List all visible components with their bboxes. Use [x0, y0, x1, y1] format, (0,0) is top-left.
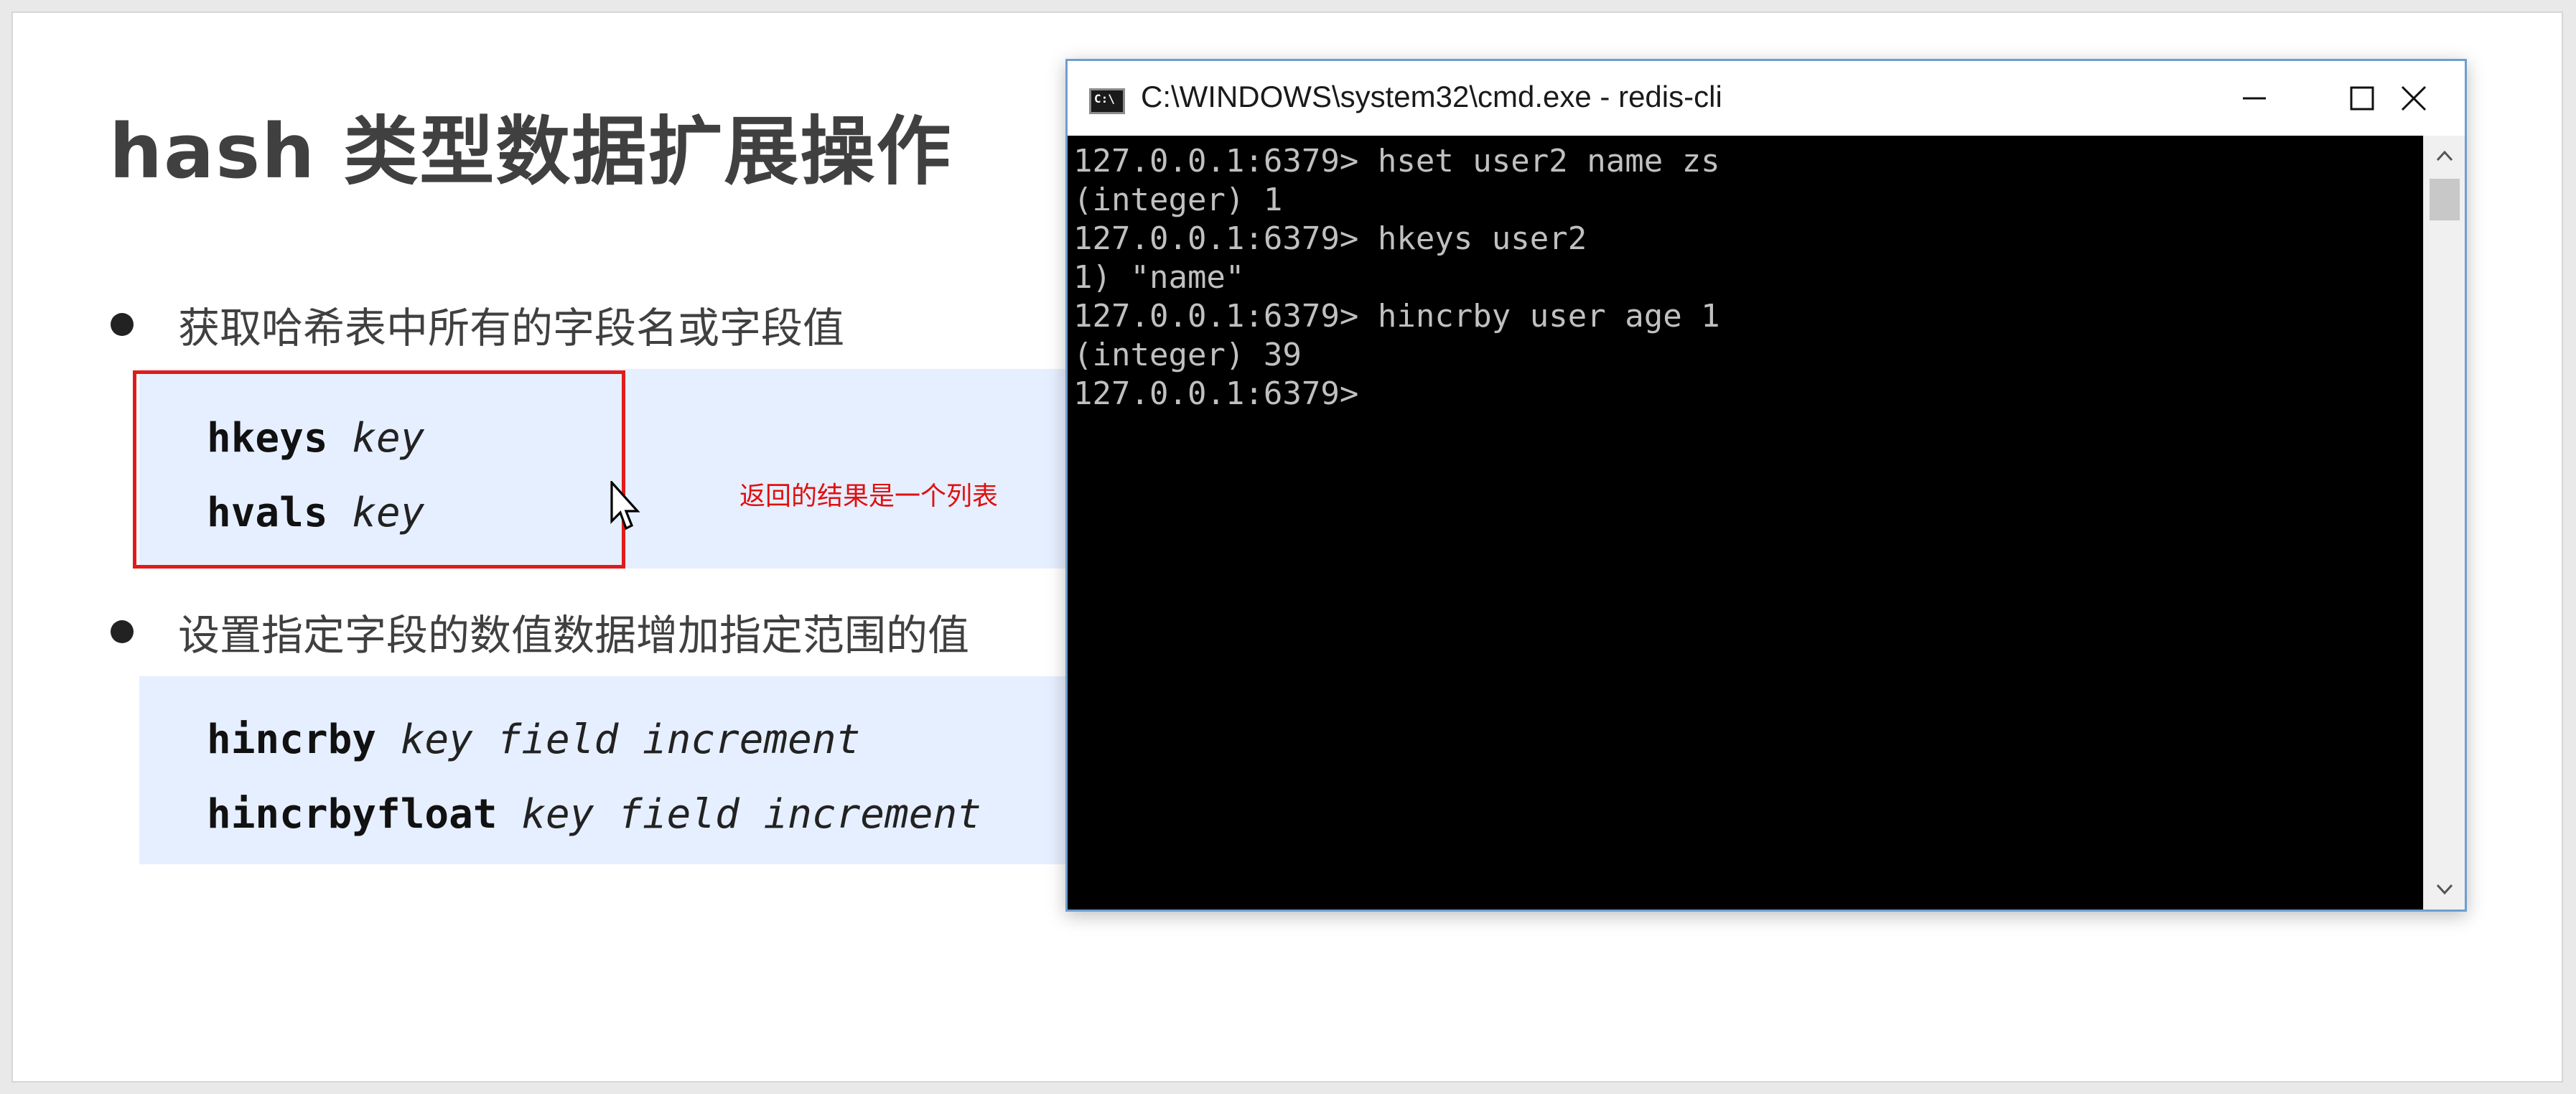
console-line: (integer) 39: [1073, 337, 1302, 373]
console-line: 1) "name": [1073, 259, 1245, 296]
close-icon: [2401, 85, 2427, 111]
bullet-dot: [111, 313, 134, 336]
minimize-icon: [2243, 97, 2266, 100]
window-title: C:\WINDOWS\system32\cmd.exe - redis-cli: [1141, 80, 1722, 113]
red-highlight-box: [133, 370, 625, 569]
code-block-2: hincrby key field increment hincrbyfloat…: [139, 676, 1094, 864]
scroll-down-button[interactable]: [2424, 869, 2465, 910]
code-line-hincrby: hincrby key field increment: [207, 716, 861, 763]
bullet-dot: [111, 620, 134, 643]
close-button[interactable]: [2360, 61, 2468, 136]
console-output[interactable]: 127.0.0.1:6379> hset user2 name zs (inte…: [1068, 136, 2423, 910]
vertical-scrollbar[interactable]: [2423, 136, 2465, 910]
annotation-text: 返回的结果是一个列表: [739, 482, 999, 511]
bullet-item-1: 获取哈希表中所有的字段名或字段值: [111, 294, 844, 355]
cmd-window[interactable]: C:\ C:\WINDOWS\system32\cmd.exe - redis-…: [1065, 59, 2467, 912]
bullet-text-1: 获取哈希表中所有的字段名或字段值: [178, 304, 845, 352]
console-line: 127.0.0.1:6379> hset user2 name zs: [1073, 143, 1720, 179]
chevron-down-icon: [2436, 884, 2453, 895]
console-line: 127.0.0.1:6379>: [1073, 375, 1359, 412]
cmd-icon: C:\: [1089, 88, 1125, 114]
bullet-item-2: 设置指定字段的数值数据增加指定范围的值: [111, 602, 969, 662]
console-line: 127.0.0.1:6379> hkeys user2: [1073, 220, 1587, 257]
chevron-up-icon: [2436, 150, 2453, 162]
code-line-hincrbyfloat: hincrbyfloat key field increment: [207, 791, 981, 838]
minimize-button[interactable]: [2201, 61, 2308, 136]
slide-title: hash 类型数据扩展操作: [109, 108, 953, 195]
window-titlebar[interactable]: C:\ C:\WINDOWS\system32\cmd.exe - redis-…: [1068, 61, 2465, 136]
scroll-thumb[interactable]: [2430, 179, 2460, 220]
scroll-up-button[interactable]: [2424, 136, 2465, 176]
bullet-text-2: 设置指定字段的数值数据增加指定范围的值: [178, 611, 970, 660]
console-line: 127.0.0.1:6379> hincrby user age 1: [1073, 298, 1720, 335]
console-line: (integer) 1: [1073, 182, 1283, 218]
mouse-cursor-icon: [610, 481, 640, 530]
